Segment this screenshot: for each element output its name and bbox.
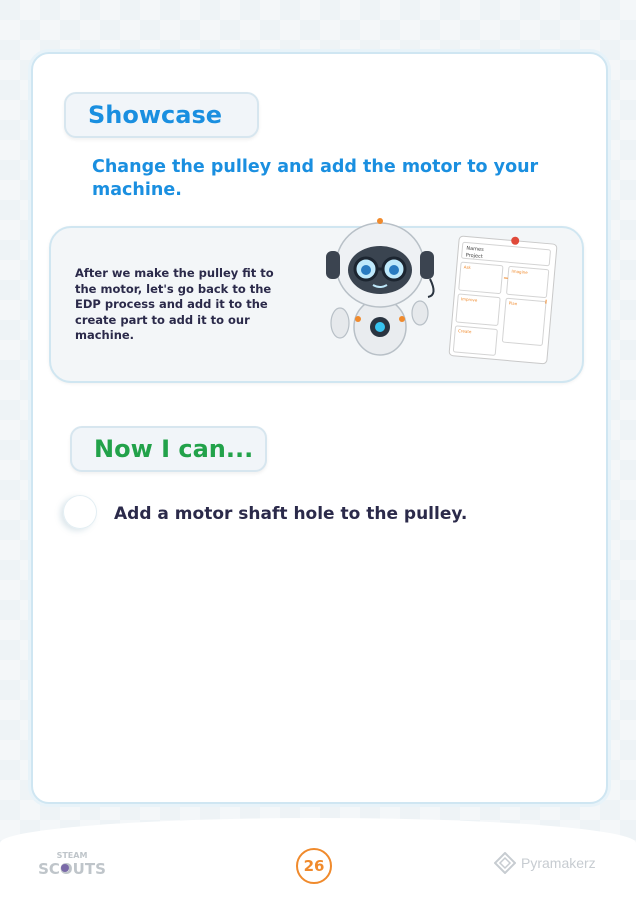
edp-worksheet-illustration: Names Project Ask Imagine Improve Plan C…: [448, 235, 558, 365]
pyramakerz-logo-text: Pyramakerz: [521, 855, 596, 871]
steam-scouts-logo: STEAM SCOUTS: [38, 851, 106, 878]
worksheet-plan-label: Plan: [509, 300, 518, 306]
now-i-can-title: Now I can...: [94, 435, 254, 463]
svg-text:STEAM: STEAM: [57, 851, 88, 860]
robot-illustration: [326, 218, 435, 356]
showcase-heading: Showcase: [64, 92, 259, 138]
worksheet-ask-label: Ask: [464, 264, 472, 270]
now-i-can-heading: Now I can...: [70, 426, 267, 472]
page-number: 26: [296, 848, 332, 884]
checkbox-circle[interactable]: [63, 495, 97, 529]
info-text: After we make the pulley fit to the moto…: [75, 266, 274, 343]
now-i-can-item: Add a motor shaft hole to the pulley.: [114, 504, 468, 524]
showcase-subheading: Change the pulley and add the motor to y…: [92, 157, 539, 200]
pyramakerz-logo: Pyramakerz: [494, 850, 604, 876]
pyramakerz-diamond-icon: [494, 852, 516, 874]
svg-text:SCOUTS: SCOUTS: [38, 860, 106, 878]
showcase-title: Showcase: [88, 101, 223, 129]
